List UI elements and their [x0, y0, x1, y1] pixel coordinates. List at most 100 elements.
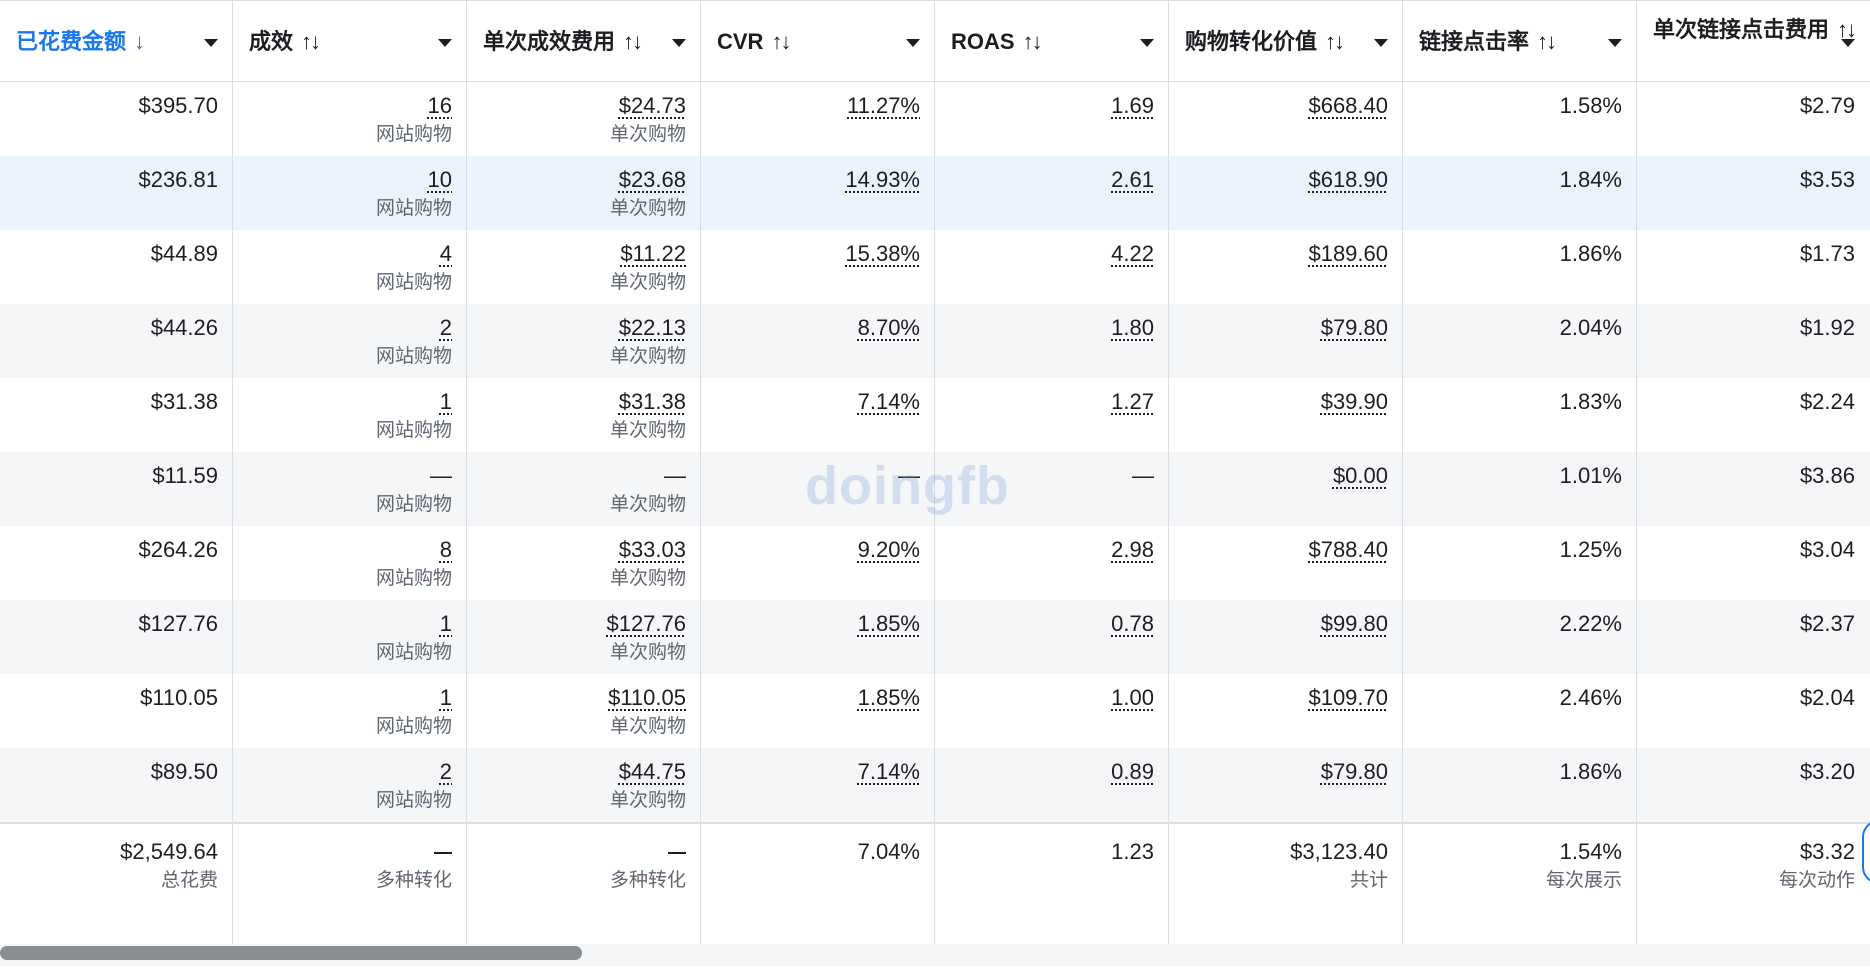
- cvr-value[interactable]: 7.14%: [858, 759, 920, 784]
- purchase-value-value[interactable]: $788.40: [1308, 537, 1388, 562]
- dropdown-caret-icon[interactable]: [1140, 39, 1154, 47]
- roas-value[interactable]: —: [1132, 463, 1154, 488]
- horizontal-scrollbar[interactable]: [0, 944, 1870, 966]
- results-value[interactable]: 16: [428, 93, 452, 118]
- edge-expand-button[interactable]: [1862, 820, 1870, 884]
- total-spend-label: 总花费: [160, 870, 218, 891]
- sort-arrow-icon[interactable]: ↓: [134, 29, 145, 54]
- column-header-ctr[interactable]: 链接点击率 ↑↓: [1403, 1, 1637, 81]
- spend-value: $395.70: [138, 93, 218, 118]
- spend-cell: $127.76: [0, 600, 233, 674]
- purchase-value-value[interactable]: $99.80: [1321, 611, 1388, 636]
- dropdown-caret-icon[interactable]: [672, 39, 686, 47]
- cost-per-result-cell: $23.68 单次购物: [467, 156, 701, 230]
- column-header-cost-per-result[interactable]: 单次成效费用 ↑↓: [467, 1, 701, 81]
- roas-value[interactable]: 2.61: [1111, 167, 1154, 192]
- cvr-cell: 1.85%: [701, 674, 935, 748]
- results-value[interactable]: 1: [440, 685, 452, 710]
- results-value[interactable]: 1: [440, 389, 452, 414]
- purchase-value-value[interactable]: $189.60: [1308, 241, 1388, 266]
- results-value[interactable]: 2: [440, 315, 452, 340]
- dropdown-caret-icon[interactable]: [204, 39, 218, 47]
- column-header-label: 成效: [249, 29, 294, 54]
- roas-value[interactable]: 4.22: [1111, 241, 1154, 266]
- roas-value[interactable]: 1.27: [1111, 389, 1154, 414]
- column-header-spend[interactable]: 已花费金额 ↓: [0, 1, 233, 81]
- cost-per-result-value[interactable]: $23.68: [619, 167, 686, 192]
- table-row[interactable]: $236.81 10 网站购物 $23.68 单次购物 14.93% 2.61 $618.90…: [0, 156, 1870, 230]
- sort-arrows-icon[interactable]: ↑↓: [1325, 29, 1345, 54]
- column-header-cvr[interactable]: CVR ↑↓: [701, 1, 935, 81]
- cost-per-result-value[interactable]: $110.05: [608, 685, 686, 710]
- column-header-purchase-value[interactable]: 购物转化价值 ↑↓: [1169, 1, 1403, 81]
- purchase-value-value[interactable]: $0.00: [1333, 463, 1388, 488]
- cost-per-result-label: 单次购物: [609, 272, 686, 293]
- results-value[interactable]: 8: [440, 537, 452, 562]
- cvr-value[interactable]: 1.85%: [858, 685, 920, 710]
- purchase-value-value[interactable]: $39.90: [1321, 389, 1388, 414]
- ctr-cell: 1.83%: [1403, 378, 1637, 452]
- roas-value[interactable]: 2.98: [1111, 537, 1154, 562]
- cost-per-result-value[interactable]: $11.22: [620, 241, 686, 266]
- cost-per-result-value[interactable]: —: [664, 463, 686, 488]
- table-row[interactable]: $44.89 4 网站购物 $11.22 单次购物 15.38% 4.22 $189.60 1.…: [0, 230, 1870, 304]
- ctr-value: 2.22%: [1559, 611, 1622, 636]
- cvr-value[interactable]: 9.20%: [858, 537, 920, 562]
- sort-arrows-icon[interactable]: ↑↓: [771, 29, 791, 54]
- table-row[interactable]: $110.05 1 网站购物 $110.05 单次购物 1.85% 1.00 $109.70 2…: [0, 674, 1870, 748]
- results-value[interactable]: 1: [440, 611, 452, 636]
- sort-arrows-icon[interactable]: ↑↓: [1023, 29, 1043, 54]
- cost-per-result-value[interactable]: $22.13: [619, 315, 686, 340]
- dropdown-caret-icon[interactable]: [1374, 39, 1388, 47]
- cpc-value: $2.37: [1799, 611, 1855, 636]
- dropdown-caret-icon[interactable]: [1841, 39, 1855, 47]
- sort-arrows-icon[interactable]: ↑↓: [623, 29, 643, 54]
- scrollbar-thumb[interactable]: [0, 946, 582, 960]
- purchase-value-value[interactable]: $79.80: [1321, 315, 1388, 340]
- cvr-value[interactable]: 1.85%: [858, 611, 920, 636]
- results-label: 网站购物: [375, 790, 452, 811]
- purchase-value-value[interactable]: $618.90: [1308, 167, 1388, 192]
- table-row[interactable]: $31.38 1 网站购物 $31.38 单次购物 7.14% 1.27 $39.90 1.83…: [0, 378, 1870, 452]
- cvr-value[interactable]: 11.27%: [847, 93, 920, 118]
- total-cvr-cell: 7.04%: [701, 824, 935, 944]
- cvr-value[interactable]: 15.38%: [845, 241, 920, 266]
- roas-value[interactable]: 0.89: [1111, 759, 1154, 784]
- cost-per-result-value[interactable]: $127.76: [606, 611, 686, 636]
- purchase-value-value[interactable]: $79.80: [1321, 759, 1388, 784]
- column-header-label: 购物转化价值: [1185, 29, 1318, 54]
- results-value[interactable]: 10: [428, 167, 452, 192]
- results-value[interactable]: —: [430, 463, 452, 488]
- dropdown-caret-icon[interactable]: [1608, 39, 1622, 47]
- column-header-results[interactable]: 成效 ↑↓: [233, 1, 467, 81]
- cost-per-result-value[interactable]: $24.73: [619, 93, 686, 118]
- sort-arrows-icon[interactable]: ↑↓: [301, 29, 321, 54]
- column-header-cpc[interactable]: 单次链接点击费用 ↑↓: [1637, 1, 1869, 81]
- roas-value[interactable]: 1.69: [1111, 93, 1154, 118]
- cvr-value[interactable]: 7.14%: [858, 389, 920, 414]
- table-row[interactable]: $44.26 2 网站购物 $22.13 单次购物 8.70% 1.80 $79.80 2.04…: [0, 304, 1870, 378]
- purchase-value-value[interactable]: $109.70: [1308, 685, 1388, 710]
- dropdown-caret-icon[interactable]: [906, 39, 920, 47]
- table-row[interactable]: $89.50 2 网站购物 $44.75 单次购物 7.14% 0.89 $79.80 1.86…: [0, 748, 1870, 822]
- roas-value[interactable]: 1.00: [1111, 685, 1154, 710]
- cvr-value[interactable]: 14.93%: [845, 167, 920, 192]
- roas-value[interactable]: 1.80: [1111, 315, 1154, 340]
- column-header-roas[interactable]: ROAS ↑↓: [935, 1, 1169, 81]
- sort-arrows-icon[interactable]: ↑↓: [1537, 29, 1557, 54]
- table-row[interactable]: $264.26 8 网站购物 $33.03 单次购物 9.20% 2.98 $788.40 1.…: [0, 526, 1870, 600]
- dropdown-caret-icon[interactable]: [438, 39, 452, 47]
- results-label: 网站购物: [375, 568, 452, 589]
- cost-per-result-value[interactable]: $44.75: [619, 759, 686, 784]
- results-value[interactable]: 2: [440, 759, 452, 784]
- cvr-value[interactable]: 8.70%: [858, 315, 920, 340]
- table-row[interactable]: $127.76 1 网站购物 $127.76 单次购物 1.85% 0.78 $99.80 2.…: [0, 600, 1870, 674]
- roas-value[interactable]: 0.78: [1111, 611, 1154, 636]
- purchase-value-value[interactable]: $668.40: [1308, 93, 1388, 118]
- cost-per-result-value[interactable]: $31.38: [619, 389, 686, 414]
- total-value-cell: $3,123.40 共计: [1169, 824, 1403, 944]
- cost-per-result-value[interactable]: $33.03: [619, 537, 686, 562]
- spend-value: $127.76: [138, 611, 218, 636]
- table-row[interactable]: $395.70 16 网站购物 $24.73 单次购物 11.27% 1.69 $668.40…: [0, 82, 1870, 156]
- results-value[interactable]: 4: [440, 241, 452, 266]
